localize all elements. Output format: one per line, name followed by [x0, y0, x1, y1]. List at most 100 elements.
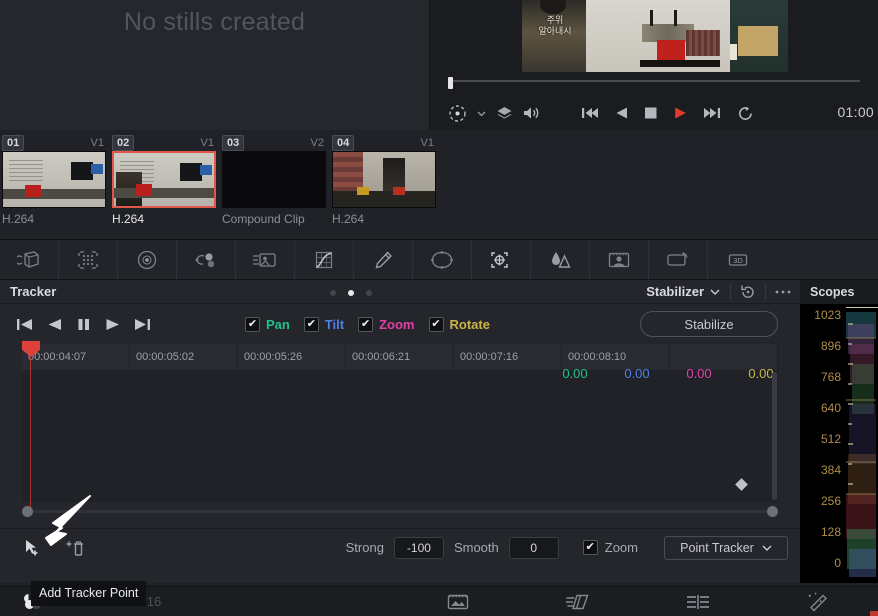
viewer-panel[interactable]: 주위 알아내시 01:00 [430, 0, 878, 130]
tracker-icon[interactable] [472, 239, 531, 280]
power-windows-icon[interactable] [413, 239, 472, 280]
tilt-checkbox[interactable]: ✔ [303, 316, 319, 332]
media-page-icon[interactable] [398, 593, 518, 611]
edit-page-icon[interactable] [638, 594, 758, 610]
graph-vertical-scrollbar[interactable] [772, 372, 777, 500]
qualifier-icon[interactable] [354, 239, 413, 280]
viewer-overlay-line1: 주위 [546, 16, 564, 26]
clip-track: V2 [310, 136, 324, 149]
color-bars-icon[interactable] [177, 239, 236, 280]
tracker-controls-row: ✔ Pan ✔ Tilt ✔ Zoom ✔ Rotate Stabilize [0, 304, 800, 344]
onscreen-control-icon[interactable] [448, 104, 467, 123]
clip-number: 02 [112, 134, 135, 151]
jump-to-end-icon[interactable] [703, 106, 721, 120]
color-match-icon[interactable] [59, 239, 118, 280]
clip-track: V1 [420, 136, 434, 149]
scroll-handle-right[interactable] [767, 506, 778, 517]
cut-page-icon[interactable] [518, 593, 638, 611]
key-icon[interactable] [590, 239, 649, 280]
page-dot-3[interactable] [366, 290, 372, 296]
tracker-curve-graph[interactable]: 0.00 0.00 0.00 0.00 [22, 366, 778, 502]
play-forward-icon[interactable] [674, 106, 687, 120]
track-to-start-icon[interactable] [16, 317, 33, 332]
jump-to-start-icon[interactable] [581, 106, 599, 120]
camera-raw-icon[interactable] [0, 239, 59, 280]
stereo-3d-icon[interactable]: 3D [708, 240, 767, 280]
tracker-mode-label: Stabilizer [646, 284, 704, 299]
scope-tick: 640 [820, 401, 841, 415]
davinci-resolve-window: No stills created 주위 알아내시 01:00 01 V1 H.… [0, 0, 878, 616]
clip-number: 01 [2, 134, 25, 151]
rotate-checkbox[interactable]: ✔ [428, 316, 444, 332]
track-pause-icon[interactable] [76, 317, 91, 332]
scroll-handle-left[interactable] [22, 506, 33, 517]
zoom-value: 0.00 [686, 366, 712, 381]
add-tracker-point-icon[interactable] [22, 538, 42, 558]
clip-thumbnail-02[interactable]: 02 V1 H.264 [112, 134, 218, 226]
track-reverse-icon[interactable] [47, 317, 62, 332]
tracker-playhead-line [30, 357, 31, 512]
smooth-label: Smooth [453, 540, 499, 555]
clip-codec-label: H.264 [2, 212, 35, 226]
fusion-page-icon[interactable] [758, 592, 878, 612]
tracker-type-label: Point Tracker [680, 540, 754, 555]
top-row: No stills created 주위 알아내시 01:00 [0, 0, 878, 130]
viewer-scrubber[interactable] [448, 77, 860, 89]
ruler-tick: 00:00:06:21 [346, 344, 454, 370]
ruler-tick: 00:00:07:16 [454, 344, 562, 370]
main-split: Tracker Stabilizer ✔ Pan ✔ Tilt ✔ Zoom ✔… [0, 280, 878, 583]
scope-display[interactable]: 1023 896 768 640 512 384 256 128 0 [800, 304, 878, 583]
clip-image[interactable] [222, 151, 326, 208]
clip-image[interactable] [2, 151, 106, 208]
clip-image[interactable] [332, 151, 436, 208]
page-indicator-dots[interactable] [330, 290, 372, 296]
track-forward-icon[interactable] [105, 317, 120, 332]
clip-thumbnail-04[interactable]: 04 V1 H.264 [332, 134, 438, 226]
keyframe-marker[interactable] [735, 478, 748, 491]
delete-tracker-point-icon[interactable] [64, 538, 86, 558]
strong-input[interactable]: -100 [393, 536, 444, 559]
zoom-checkbox[interactable]: ✔ [358, 316, 374, 332]
gallery-empty-message: No stills created [123, 8, 306, 36]
scope-scale: 1023 896 768 640 512 384 256 128 0 [800, 304, 844, 583]
page-dot-2[interactable] [348, 290, 354, 296]
smooth-input[interactable]: 0 [508, 536, 559, 559]
audio-volume-icon[interactable] [523, 105, 541, 121]
pan-checkbox[interactable]: ✔ [245, 316, 260, 332]
ruler-tick: 00:00:05:26 [238, 344, 346, 370]
gallery-panel[interactable]: No stills created [0, 0, 430, 130]
clip-track: V1 [90, 136, 104, 149]
play-reverse-icon[interactable] [615, 106, 628, 120]
reset-icon[interactable] [731, 280, 765, 304]
viewer-playhead[interactable] [448, 77, 453, 89]
more-options-icon[interactable] [766, 280, 800, 304]
layers-icon[interactable] [496, 105, 513, 122]
chevron-down-icon [762, 544, 772, 552]
color-wheels-icon[interactable] [118, 239, 177, 280]
loop-icon[interactable] [737, 106, 754, 121]
panel-title: Tracker [10, 284, 57, 299]
blur-icon[interactable] [531, 239, 590, 280]
clip-thumbnail-03[interactable]: 03 V2 Compound Clip [222, 134, 328, 226]
track-to-end-icon[interactable] [134, 317, 151, 332]
tracker-panel: Tracker Stabilizer ✔ Pan ✔ Tilt ✔ Zoom ✔… [0, 280, 800, 583]
clip-thumbnail-01[interactable]: 01 V1 H.264 [2, 134, 108, 226]
tilt-label: Tilt [324, 316, 345, 332]
curves-icon[interactable] [295, 239, 354, 280]
log-wheels-icon[interactable] [236, 239, 295, 280]
clip-codec-label: H.264 [112, 212, 145, 226]
clip-codec-label: Compound Clip [222, 212, 305, 226]
stop-icon[interactable] [644, 106, 658, 120]
zoom-stabilize-checkbox[interactable]: ✔ [582, 540, 598, 555]
tracker-mode-dropdown[interactable]: Stabilizer [636, 284, 730, 299]
sizing-icon[interactable] [649, 239, 708, 280]
page-dot-1[interactable] [330, 290, 336, 296]
graph-horizontal-scrollbar[interactable] [22, 506, 778, 518]
stabilize-button[interactable]: Stabilize [640, 311, 778, 337]
chevron-down-icon[interactable] [477, 109, 486, 118]
clip-image[interactable] [112, 151, 216, 208]
scopes-panel: Scopes 1023 896 768 640 512 384 256 128 … [800, 280, 878, 583]
viewer-timecode: 01:00 [837, 104, 874, 120]
tracker-type-dropdown[interactable]: Point Tracker [664, 535, 788, 560]
viewer-transport-controls: 01:00 [430, 96, 878, 130]
